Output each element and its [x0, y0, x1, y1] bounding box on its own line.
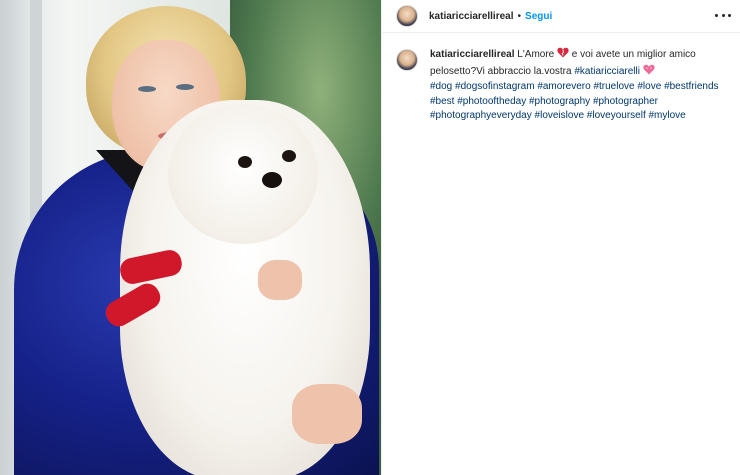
post-username[interactable]: katiaricciarellireal [429, 11, 514, 22]
hashtag-link[interactable]: #photography [529, 96, 590, 107]
hashtag-link[interactable]: #photographer [593, 96, 658, 107]
caption-mention[interactable]: #katiaricciarelli [574, 66, 640, 77]
photo-hand-upper [258, 260, 302, 300]
post-caption: katiaricciarellireal L'Amore e voi avete… [396, 47, 736, 124]
hashtag-link[interactable]: #mylove [649, 110, 686, 121]
hashtag-link[interactable]: #photographyeveryday [430, 110, 532, 121]
follow-button[interactable]: Segui [525, 11, 552, 22]
hashtag-link[interactable]: #truelove [593, 81, 634, 92]
hashtag-link[interactable]: #dogsofinstagram [455, 81, 535, 92]
photo-dog-eye-right [282, 150, 296, 162]
header-separator: • [517, 10, 522, 22]
post-photo[interactable] [0, 0, 381, 475]
hashtag-link[interactable]: #bestfriends [664, 81, 718, 92]
caption-avatar[interactable] [396, 49, 418, 71]
post-side-panel: katiaricciarellireal • Segui katiariccia… [381, 0, 740, 475]
profile-avatar[interactable] [396, 5, 418, 27]
hashtag-link[interactable]: #love [637, 81, 661, 92]
hashtag-link[interactable]: #amorevero [537, 81, 590, 92]
hashtag-link[interactable]: #dog [430, 81, 452, 92]
photo-hand-lower [292, 384, 362, 444]
caption-username[interactable]: katiaricciarellireal [430, 49, 515, 60]
pink-heart-emoji-icon [643, 64, 655, 81]
caption-text: katiaricciarellireal L'Amore e voi avete… [430, 47, 730, 124]
hashtag-link[interactable]: #loveislove [535, 110, 584, 121]
hashtag-link[interactable]: #photooftheday [457, 96, 526, 107]
heart-emoji-icon [557, 47, 569, 64]
caption-hashtags: #dog #dogsofinstagram #amorevero #truelo… [430, 81, 719, 121]
hashtag-link[interactable]: #best [430, 96, 454, 107]
photo-eye-left [138, 86, 156, 92]
post-header: katiaricciarellireal • Segui [382, 0, 740, 33]
more-options-icon[interactable] [715, 8, 731, 22]
photo-dog-head [168, 104, 318, 244]
caption-text-part1: L'Amore [517, 49, 555, 60]
photo-eye-right [176, 84, 194, 90]
photo-dog-eye-left [238, 156, 252, 168]
photo-dog-nose [262, 172, 282, 188]
hashtag-link[interactable]: #loveyourself [587, 110, 646, 121]
